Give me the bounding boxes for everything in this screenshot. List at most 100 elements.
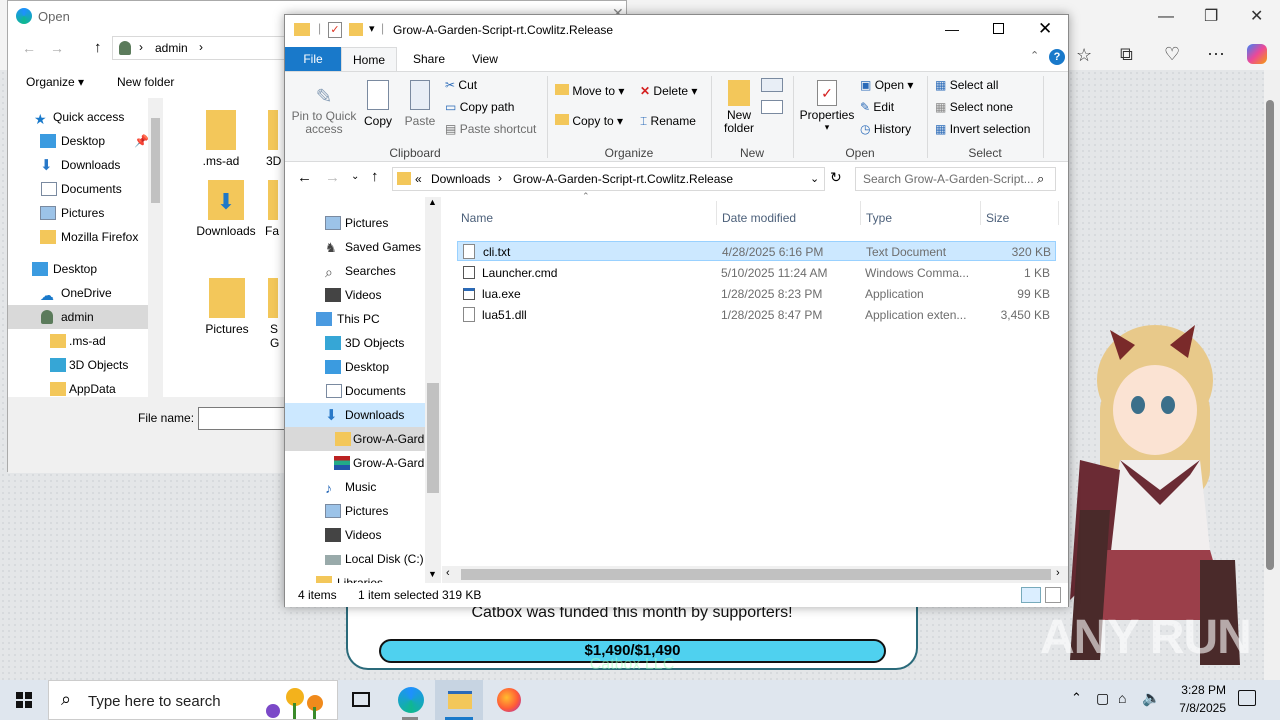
file-row[interactable]: lua.exe 1/28/2025 8:23 PM Application 99… [457,284,1056,304]
firefox-taskbar-button[interactable] [484,680,532,720]
edit-button[interactable]: ✎ Edit [860,100,894,114]
tree-item[interactable]: 3D Objects [8,353,158,377]
h-scroll-thumb[interactable] [461,569,1051,580]
nav-scroll-thumb[interactable] [427,383,439,493]
tree-item[interactable]: Documents [8,177,158,201]
tree-item[interactable]: AppData [8,377,158,398]
select-none-button[interactable]: ▦ Select none [935,100,1013,114]
nav-item-downloads[interactable]: ⬇ Downloads [285,403,425,427]
nav-item-desktop[interactable]: Desktop [285,355,425,379]
minimize-icon[interactable]: — [1158,8,1174,26]
nav-item-music[interactable]: ♪ Music [285,475,425,499]
tree-item[interactable]: ⬇ Downloads [8,153,158,177]
scroll-left-icon[interactable]: ‹ [446,567,450,579]
large-icons-view-icon[interactable] [1045,587,1061,603]
taskbar-date[interactable]: 7/8/2025 [1166,701,1226,715]
refresh-icon[interactable]: ↻ [830,169,842,186]
more-icon[interactable]: ⋯ [1207,44,1225,65]
tree-item[interactable]: Desktop 📌 [8,129,158,153]
properties-qat-icon[interactable]: ✓ [328,22,342,38]
easy-access-icon[interactable] [761,100,783,114]
folder-item[interactable]: 3D [252,110,282,168]
task-view-button[interactable] [338,680,386,720]
tree-item[interactable]: Mozilla Firefox [8,225,158,249]
forward-icon[interactable]: → [325,169,340,186]
organize-button[interactable]: Organize ▾ [26,75,84,89]
forward-icon[interactable]: → [50,40,64,56]
volume-icon[interactable]: 🔈 [1142,689,1161,707]
breadcrumb-current[interactable]: Grow-A-Garden-Script-rt.Cowlitz.Release [513,172,733,186]
scroll-down-icon[interactable]: ▼ [428,569,437,579]
qat-dropdown-icon[interactable]: ▾ [369,22,375,35]
back-icon[interactable]: ← [22,40,36,56]
details-view-icon[interactable] [1021,587,1041,603]
nav-item-3d-objects[interactable]: 3D Objects [285,331,425,355]
copy-button[interactable]: Copy [361,78,395,128]
tree-item[interactable]: admin [8,305,158,329]
nav-item-videos[interactable]: Videos [285,523,425,547]
nav-item-grow-a-garden-folder[interactable]: Grow-A-Gard [285,427,425,451]
tree-item[interactable]: Pictures [8,201,158,225]
scroll-right-icon[interactable]: › [1056,567,1060,579]
chevron-up-icon[interactable]: ⌃ [1071,690,1082,706]
tree-item[interactable]: .ms-ad [8,329,158,353]
tree-item[interactable]: ☁ OneDrive [8,281,158,305]
paste-button[interactable]: Paste [403,78,437,128]
cut-button[interactable]: ✂ Cut [445,78,477,92]
browser-essentials-icon[interactable]: ♡ [1164,44,1180,65]
recent-dropdown-icon[interactable]: ⌄ [351,171,359,182]
tab-view[interactable]: View [457,47,513,71]
new-folder-button[interactable]: New folder [117,75,174,89]
nav-item-libraries[interactable]: Libraries [285,571,425,583]
notifications-icon[interactable] [1238,690,1256,706]
column-header-size[interactable]: Size [986,211,1009,225]
file-row[interactable]: Launcher.cmd 5/10/2025 11:24 AM Windows … [457,263,1056,283]
breadcrumb-overflow[interactable]: « [415,172,422,186]
open-button[interactable]: ▣ Open ▾ [860,78,913,92]
page-scroll-thumb[interactable] [1266,100,1274,570]
explorer-taskbar-button[interactable] [435,680,483,720]
column-separator[interactable] [980,201,981,225]
tab-share[interactable]: Share [401,47,457,71]
favorites-icon[interactable]: ☆ [1076,45,1092,66]
tab-home[interactable]: Home [341,47,397,71]
file-row[interactable]: lua51.dll 1/28/2025 8:47 PM Application … [457,305,1056,325]
tree-item[interactable]: ★ Quick access [8,105,158,129]
column-header-date[interactable]: Date modified [722,211,796,225]
paste-shortcut-button[interactable]: ▤ Paste shortcut [445,122,536,136]
copilot-icon[interactable] [1247,44,1267,64]
navigation-scrollbar[interactable]: ▲ ▼ [425,197,441,583]
nav-item-this-pc[interactable]: This PC [285,307,425,331]
folder-item[interactable]: S G [252,278,282,350]
tree-item[interactable]: Desktop [8,257,158,281]
new-folder-qat-icon[interactable] [349,23,363,36]
folder-item[interactable]: Fa [252,180,282,238]
invert-selection-button[interactable]: ▦ Invert selection [935,122,1030,136]
file-name-input[interactable] [198,407,298,430]
search-icon[interactable]: ⌕ [1037,171,1044,187]
column-header-type[interactable]: Type [866,211,892,225]
maximize-icon[interactable] [993,23,1004,34]
horizontal-scrollbar[interactable]: ‹ › [442,566,1068,583]
collapse-ribbon-icon[interactable]: ⌃ [1030,49,1039,62]
up-icon[interactable]: ↑ [94,39,102,56]
pin-quick-access-button[interactable]: ✎ Pin to Quick access [291,78,357,136]
history-button[interactable]: ◷ History [860,122,911,136]
taskbar-time[interactable]: 3:28 PM [1166,683,1226,697]
address-box[interactable]: « Downloads › Grow-A-Garden-Script-rt.Co… [392,167,825,191]
restore-icon[interactable]: ❐ [1204,6,1218,26]
close-icon[interactable]: ✕ [1038,19,1052,39]
column-separator[interactable] [1058,201,1059,225]
new-item-icon[interactable] [761,78,783,92]
tree-scrollbar[interactable] [148,98,163,398]
meet-now-icon[interactable]: ▢ [1096,690,1109,707]
move-to-button[interactable]: Move to ▾ [555,84,624,98]
nav-item-grow-a-garden-archive[interactable]: Grow-A-Gard [285,451,425,475]
address-dropdown-icon[interactable]: ⌄ [810,172,819,185]
nav-item-local-disk[interactable]: Local Disk (C:) [285,547,425,571]
taskbar-search[interactable]: ⌕ Type here to search [48,680,338,720]
column-separator[interactable] [716,201,717,225]
select-all-button[interactable]: ▦ Select all [935,78,998,92]
copy-path-button[interactable]: ▭ Copy path [445,100,514,114]
nav-item-documents[interactable]: Documents [285,379,425,403]
